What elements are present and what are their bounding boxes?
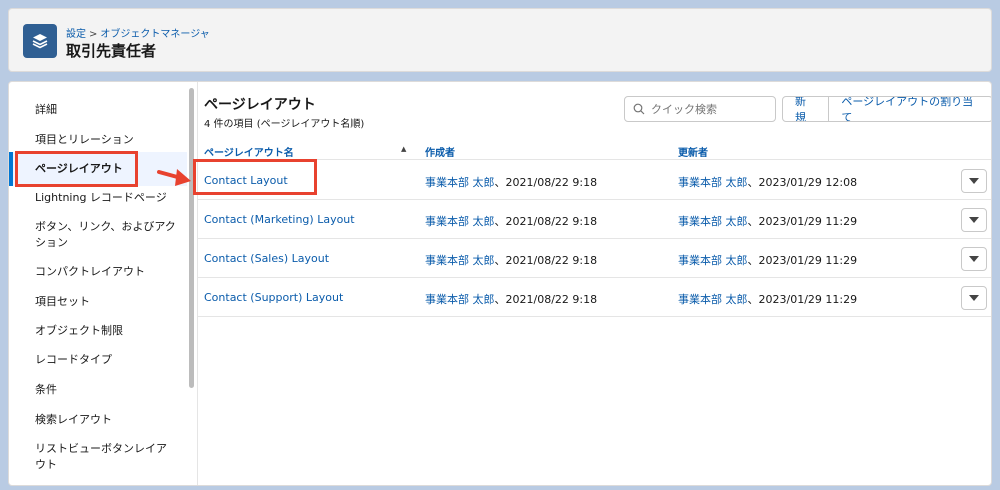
new-button[interactable]: 新規	[783, 97, 828, 121]
modified-by-user-link[interactable]: 事業本部 太郎	[678, 293, 748, 306]
created-by-cell: 事業本部 太郎、2021/08/22 9:18	[425, 174, 597, 190]
annotation-arrow-icon	[157, 169, 191, 186]
modified-by-cell: 事業本部 太郎、2023/01/29 12:08	[678, 174, 857, 190]
modified-by-user-link[interactable]: 事業本部 太郎	[678, 254, 748, 267]
object-header: 設定 > オブジェクトマネージャ 取引先責任者	[8, 8, 992, 72]
row-actions-button[interactable]	[961, 208, 987, 232]
created-date: 、2021/08/22 9:18	[494, 215, 598, 228]
layout-name-link[interactable]: Contact (Support) Layout	[204, 291, 343, 304]
modified-date: 、2023/01/29 11:29	[747, 215, 858, 228]
created-by-user-link[interactable]: 事業本部 太郎	[425, 176, 495, 189]
modified-date: 、2023/01/29 11:29	[747, 254, 858, 267]
modified-by-user-link[interactable]: 事業本部 太郎	[678, 176, 748, 189]
row-actions-button[interactable]	[961, 286, 987, 310]
modified-by-cell: 事業本部 太郎、2023/01/29 11:29	[678, 291, 857, 307]
modified-date: 、2023/01/29 11:29	[747, 293, 858, 306]
section-title: ページレイアウト	[204, 97, 316, 113]
created-date: 、2021/08/22 9:18	[494, 176, 598, 189]
breadcrumb-object-manager-link[interactable]: オブジェクトマネージャ	[100, 29, 209, 40]
annotation-highlight-sidebar	[15, 151, 138, 187]
column-header-modified-by[interactable]: 更新者	[678, 144, 708, 159]
modified-date: 、2023/01/29 12:08	[747, 176, 858, 189]
created-by-user-link[interactable]: 事業本部 太郎	[425, 293, 495, 306]
table-header: ページレイアウト名 ▲ 作成者 更新者	[198, 140, 991, 160]
table-row: Contact (Support) Layout 事業本部 太郎、2021/08…	[198, 278, 991, 317]
layers-icon	[23, 24, 57, 58]
chevron-down-icon	[969, 256, 979, 262]
quick-search-input[interactable]: クイック検索	[624, 96, 776, 122]
sidebar-item-field-sets[interactable]: 項目セット	[9, 294, 187, 310]
search-placeholder: クイック検索	[651, 103, 717, 116]
page-layouts-panel: ページレイアウト 4 件の項目 (ページレイアウト名順) クイック検索 新規 ペ…	[198, 82, 991, 485]
sidebar-active-indicator	[9, 152, 13, 186]
sidebar-item-list-view-button-layout[interactable]: リストビューボタンレイア	[9, 441, 187, 457]
column-header-created-by[interactable]: 作成者	[425, 144, 455, 159]
annotation-highlight-row	[193, 159, 317, 195]
row-actions-button[interactable]	[961, 169, 987, 193]
sidebar-scrollbar[interactable]	[189, 88, 194, 388]
sidebar-item-object-limits[interactable]: オブジェクト制限	[9, 323, 187, 339]
modified-by-cell: 事業本部 太郎、2023/01/29 11:29	[678, 213, 857, 229]
sidebar-item-record-types[interactable]: レコードタイプ	[9, 352, 187, 368]
chevron-down-icon	[969, 178, 979, 184]
created-by-cell: 事業本部 太郎、2021/08/22 9:18	[425, 291, 597, 307]
sidebar-item-list-view-button-layout-cont[interactable]: ウト	[9, 457, 187, 473]
sidebar-item-conditions[interactable]: 条件	[9, 382, 187, 398]
chevron-down-icon	[969, 217, 979, 223]
created-by-cell: 事業本部 太郎、2021/08/22 9:18	[425, 252, 597, 268]
sidebar-item-details[interactable]: 詳細	[9, 102, 187, 118]
table-row: Contact (Marketing) Layout 事業本部 太郎、2021/…	[198, 200, 991, 239]
created-by-user-link[interactable]: 事業本部 太郎	[425, 254, 495, 267]
sidebar-item-search-layouts[interactable]: 検索レイアウト	[9, 412, 187, 428]
sidebar-item-buttons-links-actions[interactable]: ボタン、リンク、およびアク	[9, 219, 187, 235]
table-row: Contact (Sales) Layout 事業本部 太郎、2021/08/2…	[198, 239, 991, 278]
modified-by-user-link[interactable]: 事業本部 太郎	[678, 215, 748, 228]
layout-name-link[interactable]: Contact (Marketing) Layout	[204, 213, 355, 226]
sidebar-item-lightning-record-pages[interactable]: Lightning レコードページ	[9, 190, 187, 206]
page-title: 取引先責任者	[66, 42, 157, 60]
breadcrumb: 設定 > オブジェクトマネージャ	[66, 25, 210, 40]
page-layout-assignment-button[interactable]: ページレイアウトの割り当て	[828, 97, 991, 121]
layout-name-link[interactable]: Contact (Sales) Layout	[204, 252, 329, 265]
created-date: 、2021/08/22 9:18	[494, 254, 598, 267]
action-button-group: 新規 ページレイアウトの割り当て	[782, 96, 991, 122]
row-actions-button[interactable]	[961, 247, 987, 271]
sort-ascending-icon[interactable]: ▲	[401, 145, 406, 153]
sidebar: 詳細 項目とリレーション ページレイアウト Lightning レコードページ …	[9, 82, 195, 485]
item-count: 4 件の項目 (ページレイアウト名順)	[204, 119, 365, 130]
main-panel: 詳細 項目とリレーション ページレイアウト Lightning レコードページ …	[8, 81, 992, 486]
created-by-user-link[interactable]: 事業本部 太郎	[425, 215, 495, 228]
modified-by-cell: 事業本部 太郎、2023/01/29 11:29	[678, 252, 857, 268]
column-header-layout-name[interactable]: ページレイアウト名	[204, 144, 294, 159]
sidebar-item-buttons-links-actions-cont[interactable]: ション	[9, 235, 187, 251]
breadcrumb-setup-link[interactable]: 設定	[66, 29, 86, 40]
sidebar-item-compact-layouts[interactable]: コンパクトレイアウト	[9, 264, 187, 280]
breadcrumb-separator: >	[89, 29, 98, 40]
table-row: Contact Layout 事業本部 太郎、2021/08/22 9:18 事…	[198, 161, 991, 200]
created-date: 、2021/08/22 9:18	[494, 293, 598, 306]
created-by-cell: 事業本部 太郎、2021/08/22 9:18	[425, 213, 597, 229]
search-icon	[633, 103, 645, 115]
chevron-down-icon	[969, 295, 979, 301]
sidebar-item-fields-relationships[interactable]: 項目とリレーション	[9, 132, 187, 148]
